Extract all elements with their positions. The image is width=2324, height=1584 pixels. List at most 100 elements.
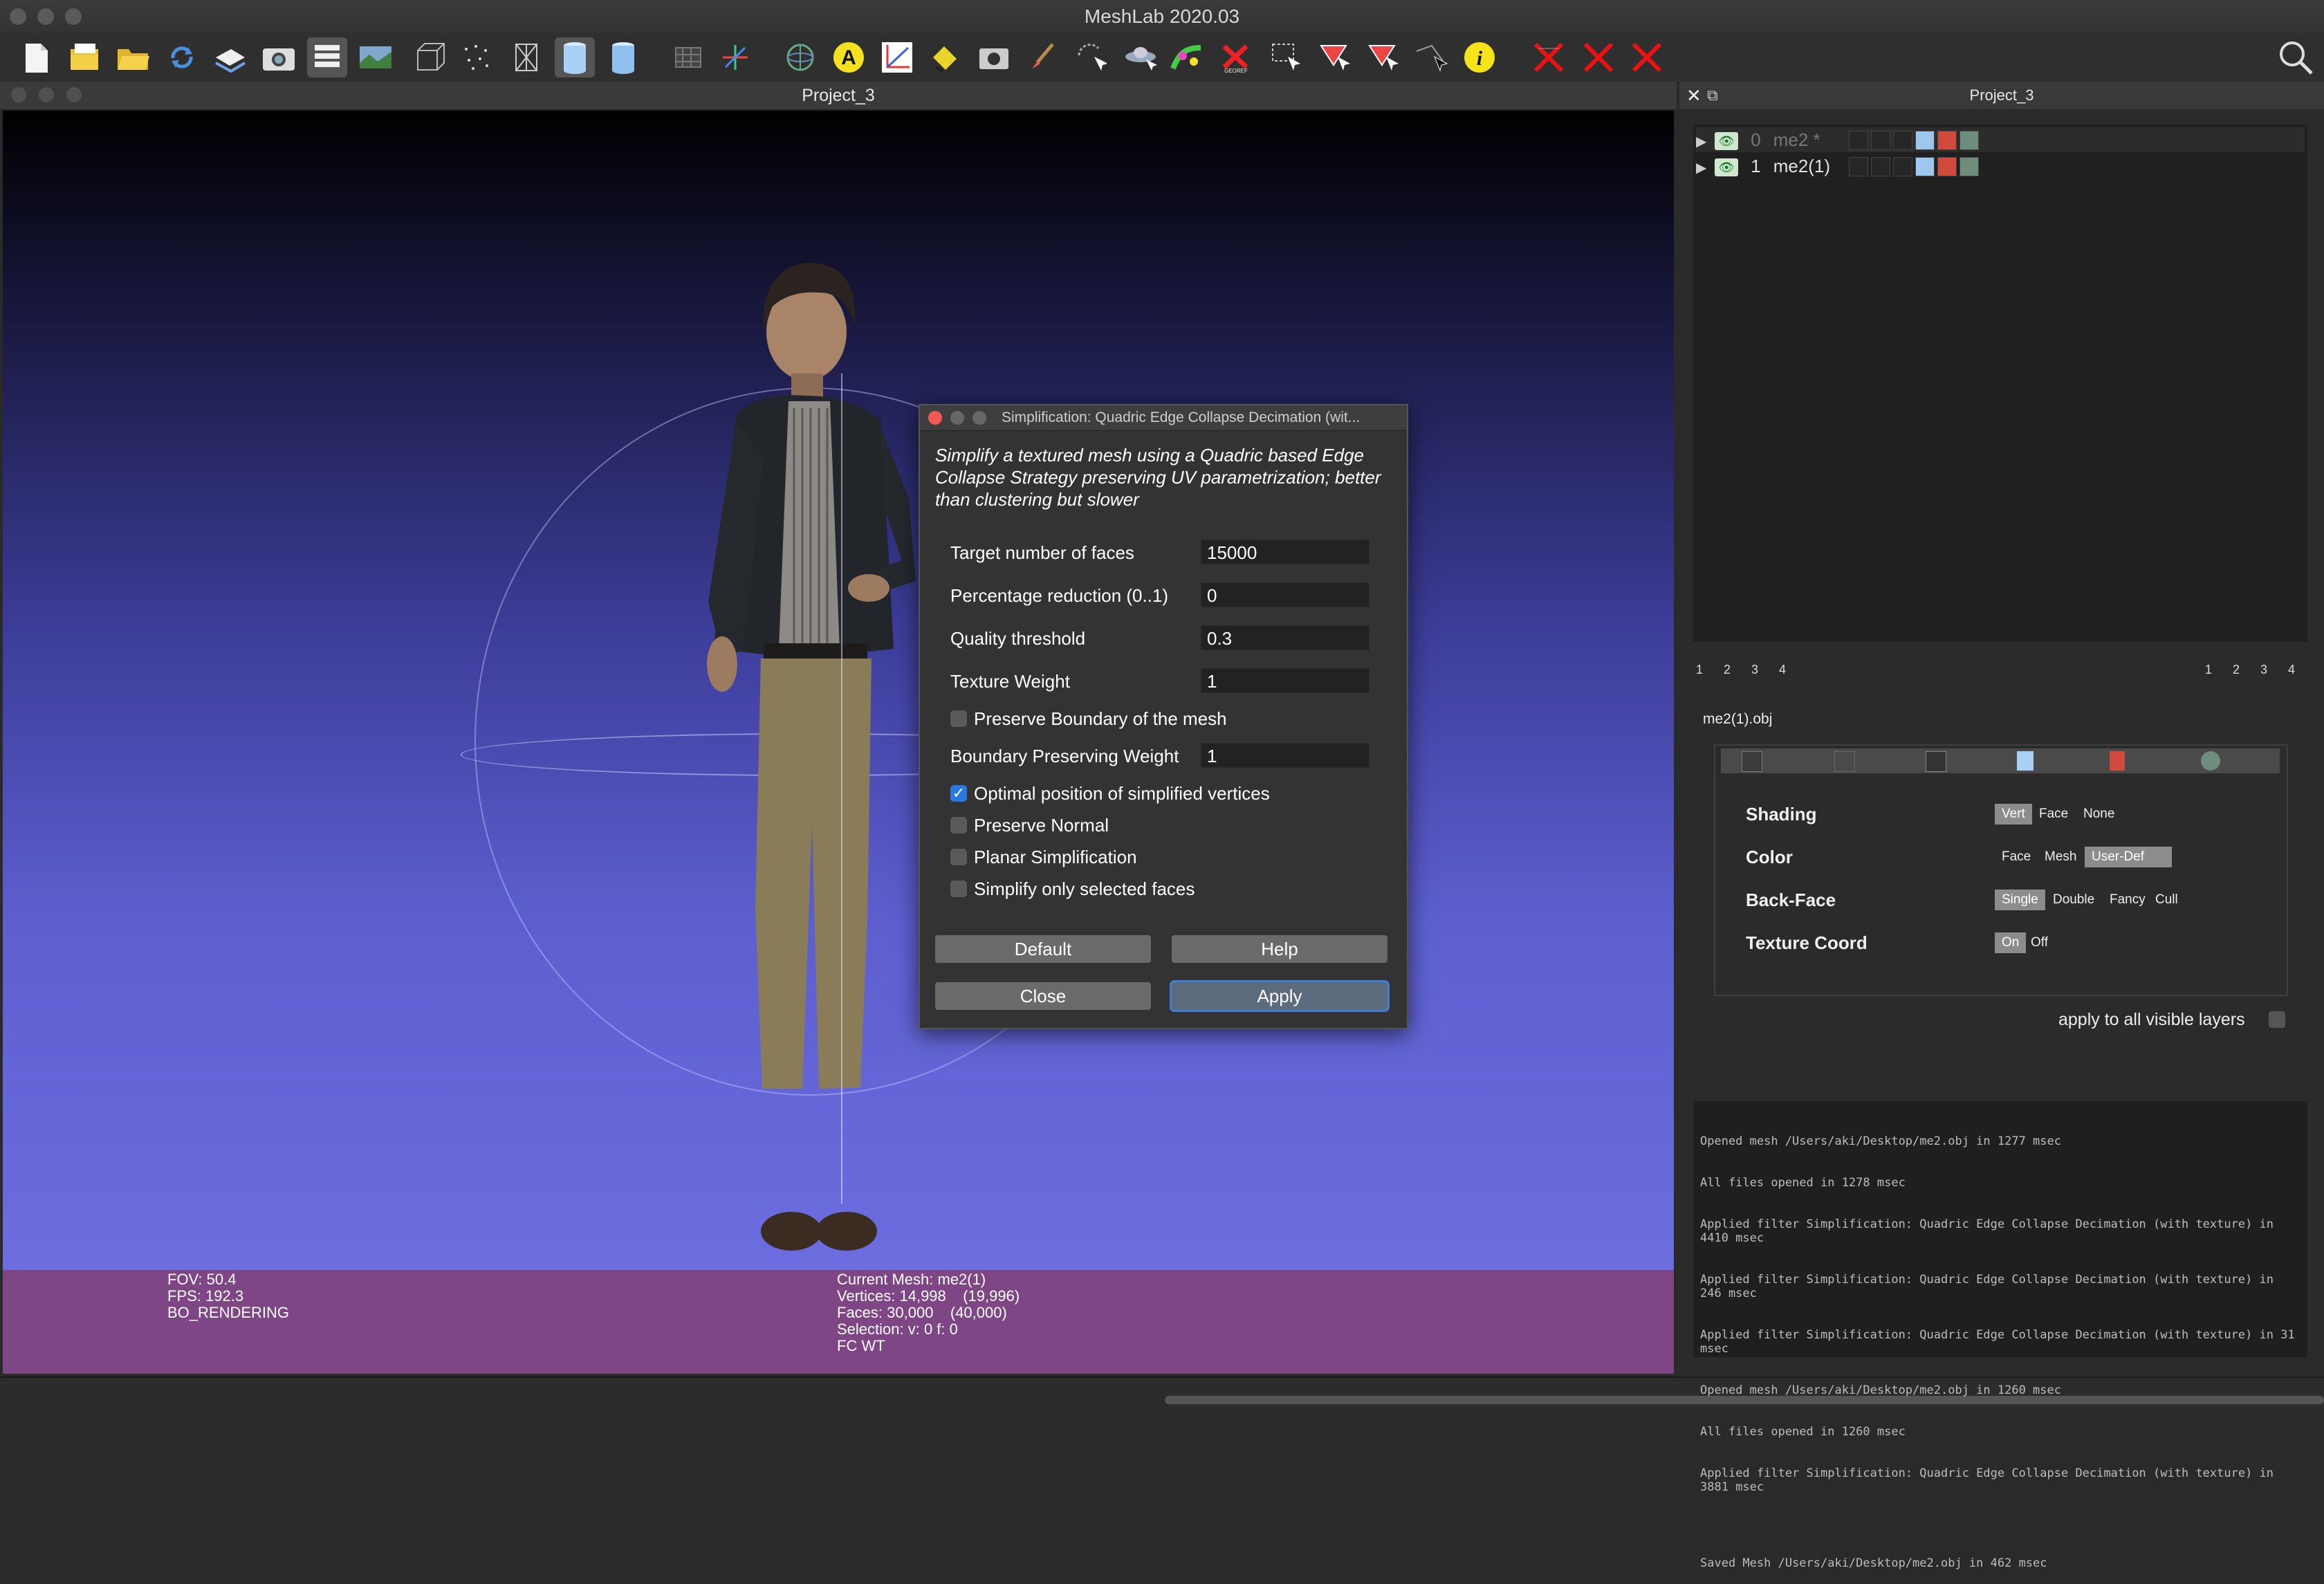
backface-cull-option[interactable]: Cull xyxy=(2148,890,2185,910)
new-file-icon[interactable] xyxy=(17,37,57,77)
preserve-boundary-checkbox[interactable]: Preserve Boundary of the mesh xyxy=(950,708,1227,733)
layers-toggle-icon[interactable] xyxy=(307,37,347,77)
solid-render-icon[interactable] xyxy=(555,37,595,77)
select-faces-icon[interactable] xyxy=(1266,37,1306,77)
color-mesh-option[interactable]: Mesh xyxy=(2038,847,2083,867)
texcoord-off-option[interactable]: Off xyxy=(2024,932,2055,953)
text-annotation-icon[interactable]: A xyxy=(829,37,869,77)
measure-icon[interactable] xyxy=(877,37,917,77)
normals-toggle-icon[interactable] xyxy=(1959,131,1979,150)
trackball-icon[interactable] xyxy=(780,37,820,77)
color-user-def-option[interactable]: User-Def xyxy=(2085,847,2173,867)
paint-bucket-icon[interactable] xyxy=(925,37,966,77)
ufo-icon[interactable] xyxy=(1120,37,1161,77)
texture-toggle-icon[interactable] xyxy=(1937,157,1957,176)
tab-solid-icon[interactable] xyxy=(2017,751,2034,771)
view-slot[interactable]: 3 xyxy=(2260,663,2267,676)
open-folder-icon[interactable] xyxy=(113,37,154,77)
default-button[interactable]: Default xyxy=(935,935,1151,963)
points-icon[interactable] xyxy=(456,37,497,77)
select-points-icon[interactable] xyxy=(1071,37,1111,77)
eye-visible-icon[interactable]: 👁 xyxy=(1715,132,1739,151)
view-slot[interactable]: 1 xyxy=(1696,663,1703,676)
eye-visible-icon[interactable]: 👁 xyxy=(1715,158,1739,177)
checkbox-box[interactable] xyxy=(950,881,967,898)
layer-row[interactable]: ▶ 👁 0 me2 * xyxy=(1696,127,2305,152)
backface-single-option[interactable]: Single xyxy=(1995,890,2045,910)
wire-toggle-icon[interactable] xyxy=(1892,131,1912,150)
delete-vertices-icon[interactable] xyxy=(1578,37,1618,77)
texture-weight-input[interactable]: 1 xyxy=(1201,668,1370,693)
axis-icon[interactable] xyxy=(715,37,755,77)
backface-double-option[interactable]: Double xyxy=(2046,890,2101,910)
shading-face-option[interactable]: Face xyxy=(2032,804,2075,825)
checkmark-icon[interactable]: ✓ xyxy=(950,785,967,802)
dialog-minimize-icon[interactable] xyxy=(950,411,964,425)
brush-icon[interactable] xyxy=(1022,37,1062,77)
view-slot[interactable]: 2 xyxy=(1724,663,1731,676)
color-face-option[interactable]: Face xyxy=(1995,847,2038,867)
checkbox-box[interactable] xyxy=(950,817,967,834)
tab-normals-icon[interactable] xyxy=(2201,751,2220,771)
view-slot[interactable]: 4 xyxy=(1779,663,1786,676)
apply-button[interactable]: Apply xyxy=(1172,982,1387,1010)
dialog-close-icon[interactable] xyxy=(928,411,942,425)
wireframe-icon[interactable] xyxy=(506,37,546,77)
info-icon[interactable]: i xyxy=(1459,37,1500,77)
checkbox-box[interactable] xyxy=(950,710,967,728)
quality-threshold-input[interactable]: 0.3 xyxy=(1201,625,1370,650)
3d-viewport[interactable] xyxy=(3,111,1674,1270)
shading-vert-option[interactable]: Vert xyxy=(1995,804,2032,825)
minimize-window-icon[interactable] xyxy=(37,8,54,25)
planar-simplification-checkbox[interactable]: Planar Simplification xyxy=(950,847,1137,872)
reload-icon[interactable] xyxy=(162,37,202,77)
zoom-window-icon[interactable] xyxy=(65,8,82,25)
remove-icon[interactable]: GEOREF xyxy=(1216,37,1256,77)
bbox-toggle-icon[interactable] xyxy=(1848,131,1868,150)
tab-bbox-icon[interactable] xyxy=(1742,751,1762,772)
layer-import-icon[interactable] xyxy=(210,37,250,77)
tab-texture-icon[interactable] xyxy=(2110,751,2125,771)
shading-none-option[interactable]: None xyxy=(2076,804,2121,825)
viewport-close-icon[interactable] xyxy=(11,87,26,102)
view-slot[interactable]: 4 xyxy=(2288,663,2295,676)
tab-wire-icon[interactable] xyxy=(1926,751,1946,772)
viewport-minimize-icon[interactable] xyxy=(39,87,54,102)
delete-faces-icon[interactable] xyxy=(1529,37,1569,77)
select-vertices-icon[interactable] xyxy=(1363,37,1403,77)
apply-all-checkbox[interactable] xyxy=(2269,1011,2285,1028)
viewport-zoom-icon[interactable] xyxy=(66,87,82,102)
close-window-icon[interactable] xyxy=(10,8,26,25)
view-slot[interactable]: 1 xyxy=(2205,663,2212,676)
search-icon[interactable] xyxy=(2276,37,2316,77)
points-toggle-icon[interactable] xyxy=(1870,131,1890,150)
select-connected-icon[interactable] xyxy=(1314,37,1354,77)
optimal-position-checkbox[interactable]: ✓ Optimal position of simplified vertices xyxy=(950,783,1270,808)
target-faces-input[interactable]: 15000 xyxy=(1201,540,1370,564)
checkbox-box[interactable] xyxy=(950,849,967,866)
preserve-normal-checkbox[interactable]: Preserve Normal xyxy=(950,815,1109,840)
dialog-zoom-icon[interactable] xyxy=(972,411,986,425)
texture-grid-icon[interactable] xyxy=(668,37,708,77)
close-button[interactable]: Close xyxy=(935,982,1151,1010)
selected-faces-checkbox[interactable]: Simplify only selected faces xyxy=(950,878,1195,903)
select-area-icon[interactable] xyxy=(1411,37,1451,77)
bbox-icon[interactable] xyxy=(408,37,448,77)
delete-edges-icon[interactable] xyxy=(1627,37,1667,77)
solid-toggle-icon[interactable] xyxy=(1915,131,1935,150)
texture-toggle-icon[interactable] xyxy=(1937,131,1957,150)
points-toggle-icon[interactable] xyxy=(1870,157,1890,176)
layer-row[interactable]: ▶ 👁 1 me2(1) xyxy=(1696,154,2305,178)
help-button[interactable]: Help xyxy=(1172,935,1387,963)
snapshot-icon[interactable] xyxy=(259,37,299,77)
bbox-toggle-icon[interactable] xyxy=(1848,157,1868,176)
raster-icon[interactable] xyxy=(356,37,396,77)
boundary-weight-input[interactable]: 1 xyxy=(1201,743,1370,768)
solid-toggle-icon[interactable] xyxy=(1915,157,1935,176)
ramp-icon[interactable] xyxy=(1168,37,1208,77)
tab-points-icon[interactable] xyxy=(1834,751,1855,772)
smooth-render-icon[interactable] xyxy=(603,37,643,77)
wire-toggle-icon[interactable] xyxy=(1892,157,1912,176)
view-slot[interactable]: 3 xyxy=(1751,663,1758,676)
backface-fancy-option[interactable]: Fancy xyxy=(2103,890,2152,910)
